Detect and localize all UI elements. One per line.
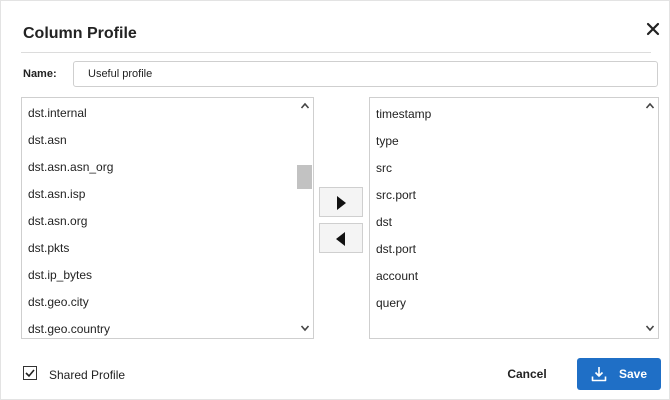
triangle-left-icon — [336, 232, 345, 246]
available-column-item[interactable]: dst.internal — [22, 100, 113, 127]
shared-profile-checkbox[interactable] — [23, 366, 37, 380]
selected-column-item[interactable]: src.port — [370, 182, 431, 209]
available-columns-scrollbar[interactable] — [296, 98, 313, 338]
selected-columns-scrollbar[interactable] — [641, 98, 658, 338]
scroll-down-icon[interactable] — [641, 322, 658, 336]
available-column-item[interactable]: dst.asn.isp — [22, 181, 113, 208]
move-right-button[interactable] — [319, 187, 363, 217]
available-column-item[interactable]: dst.geo.country — [22, 316, 113, 338]
scroll-up-icon[interactable] — [296, 100, 313, 114]
close-icon[interactable] — [645, 21, 661, 37]
selected-columns-list[interactable]: timestamp type src src.port dst dst.port accou… — [369, 97, 659, 339]
selected-columns-items: timestamp type src src.port dst dst.port accou… — [370, 101, 431, 317]
available-columns-items: dst.internal dst.asn dst.asn.asn_org dst.as… — [22, 100, 113, 338]
name-label: Name: — [23, 68, 57, 80]
selected-column-item[interactable]: query — [370, 290, 431, 317]
download-icon — [591, 366, 607, 382]
selected-column-item[interactable]: dst — [370, 209, 431, 236]
scroll-thumb[interactable] — [297, 165, 312, 189]
cancel-button[interactable]: Cancel — [497, 361, 557, 387]
available-column-item[interactable]: dst.asn.org — [22, 208, 113, 235]
title-divider — [21, 52, 651, 53]
selected-column-item[interactable]: timestamp — [370, 101, 431, 128]
save-label: Save — [619, 367, 648, 381]
available-column-item[interactable]: dst.ip_bytes — [22, 262, 113, 289]
available-column-item[interactable]: dst.asn.asn_org — [22, 154, 113, 181]
save-button[interactable]: Save — [577, 358, 661, 390]
selected-column-item[interactable]: dst.port — [370, 236, 431, 263]
available-column-item[interactable]: dst.geo.city — [22, 289, 113, 316]
name-field[interactable] — [73, 61, 658, 87]
checkmark-icon — [25, 369, 35, 378]
scroll-up-icon[interactable] — [641, 100, 658, 114]
available-columns-list[interactable]: dst.internal dst.asn dst.asn.asn_org dst.as… — [21, 97, 314, 339]
selected-column-item[interactable]: account — [370, 263, 431, 290]
selected-column-item[interactable]: type — [370, 128, 431, 155]
move-left-button[interactable] — [319, 223, 363, 253]
available-column-item[interactable]: dst.pkts — [22, 235, 113, 262]
scroll-down-icon[interactable] — [296, 322, 313, 336]
column-profile-dialog: Column Profile Name: dst.internaldst.asn… — [0, 0, 670, 400]
shared-profile-label: Shared Profile — [49, 368, 126, 382]
dialog-title: Column Profile — [23, 25, 137, 42]
available-column-item[interactable]: dst.asn — [22, 127, 113, 154]
selected-column-item[interactable]: src — [370, 155, 431, 182]
triangle-right-icon — [337, 196, 346, 210]
